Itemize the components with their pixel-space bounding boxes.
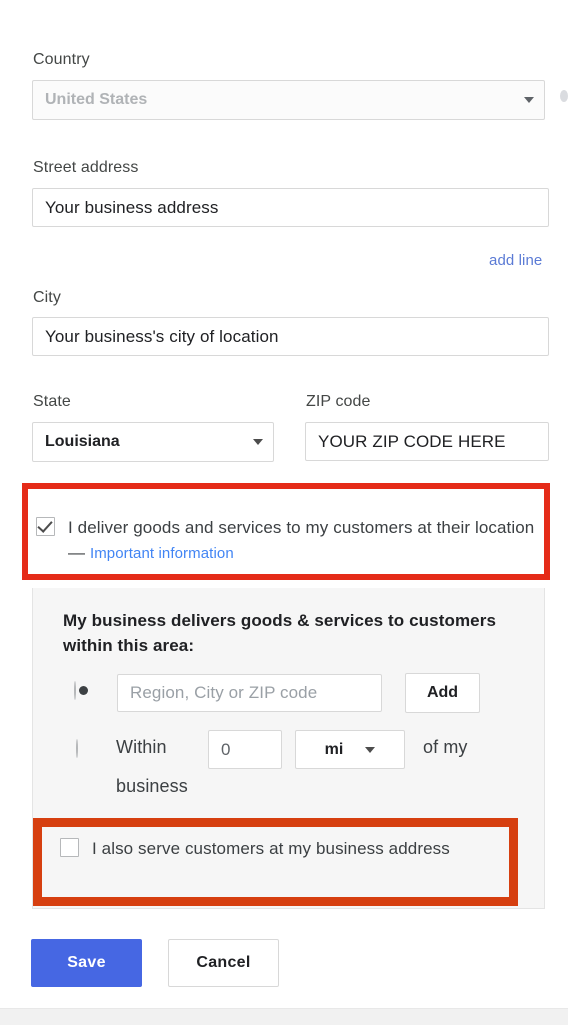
also-serve-checkbox-row[interactable]: I also serve customers at my business ad… [60, 836, 490, 861]
chevron-down-icon [524, 97, 534, 103]
cutoff-edge-element [560, 90, 568, 102]
radius-radio[interactable] [76, 739, 78, 758]
country-select-value: United States [45, 91, 148, 108]
chevron-down-icon [253, 439, 263, 445]
delivery-checkbox-row[interactable]: I deliver goods and services to my custo… [36, 515, 541, 566]
delivery-checkbox-label: I deliver goods and services to my custo… [68, 515, 541, 566]
save-button[interactable]: Save [31, 939, 142, 987]
city-label: City [33, 289, 61, 306]
add-line-link[interactable]: add line [489, 252, 542, 269]
address-form-page: Country United States Street address You… [0, 0, 568, 1025]
radius-distance-input[interactable]: 0 [208, 730, 282, 769]
state-select[interactable]: Louisiana [32, 422, 274, 462]
country-label: Country [33, 51, 90, 68]
also-serve-checkbox-label: I also serve customers at my business ad… [92, 839, 450, 858]
region-radio[interactable] [74, 681, 76, 700]
add-area-button[interactable]: Add [405, 673, 480, 713]
of-my-label: of my [423, 737, 468, 757]
service-area-heading: My business delivers goods & services to… [63, 611, 496, 655]
region-input[interactable]: Region, City or ZIP code [117, 674, 382, 712]
country-select[interactable]: United States [32, 80, 545, 120]
within-label: Within [116, 737, 167, 757]
business-label: business [116, 776, 188, 796]
important-information-link[interactable]: Important information [90, 545, 234, 562]
zip-code-label: ZIP code [306, 393, 371, 410]
also-serve-highlight-box [33, 818, 518, 906]
footer-bar [0, 1008, 568, 1025]
state-label: State [33, 393, 71, 410]
also-serve-checkbox[interactable] [60, 838, 79, 857]
street-address-label: Street address [33, 159, 139, 176]
city-input[interactable]: Your business's city of location [32, 317, 549, 356]
cancel-button[interactable]: Cancel [168, 939, 279, 987]
street-address-input[interactable]: Your business address [32, 188, 549, 227]
radius-unit-select[interactable]: mi [295, 730, 405, 769]
zip-code-input[interactable]: YOUR ZIP CODE HERE [305, 422, 549, 461]
state-select-value: Louisiana [45, 433, 120, 450]
delivery-checkbox[interactable] [36, 517, 55, 536]
radius-unit-value: mi [324, 740, 344, 758]
chevron-down-icon [365, 746, 376, 753]
